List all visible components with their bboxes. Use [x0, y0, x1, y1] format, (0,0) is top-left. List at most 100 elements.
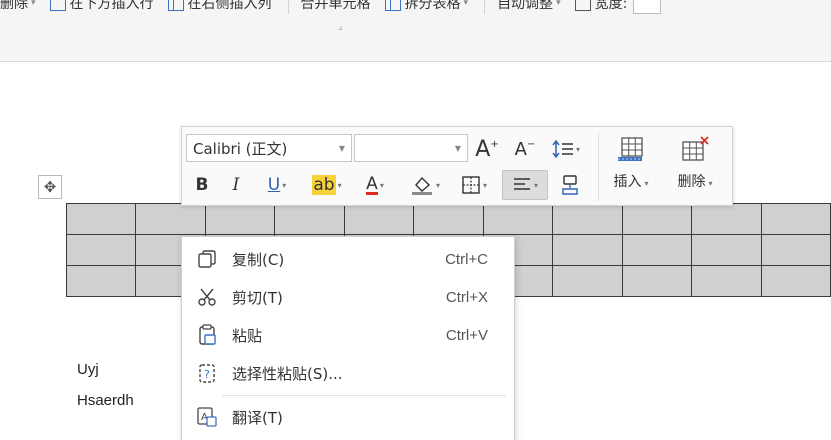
insert-row-below-icon: [49, 0, 66, 11]
chevron-down-icon: ▾: [482, 180, 487, 190]
format-painter-button[interactable]: [556, 172, 584, 198]
table-cell[interactable]: [274, 203, 345, 235]
shrink-font-icon: A: [514, 138, 527, 160]
paste-special-icon: ?: [196, 362, 218, 384]
borders-button[interactable]: ▾: [454, 172, 494, 198]
document-text-line[interactable]: Uyj: [77, 361, 99, 378]
shading-button[interactable]: ▾: [404, 172, 446, 198]
shrink-font-button[interactable]: A −: [512, 136, 538, 162]
insert-row-below-label: 在下方插入行: [69, 0, 154, 12]
align-button[interactable]: ▾: [502, 170, 548, 200]
insert-column-right-icon: [167, 0, 184, 11]
menu-item-shortcut: Ctrl+C: [445, 250, 488, 268]
delete-label: 删除: [0, 0, 28, 12]
format-painter-icon: [562, 175, 578, 195]
width-input[interactable]: [633, 0, 662, 14]
table-cell[interactable]: [691, 265, 762, 297]
table-cell[interactable]: [413, 203, 484, 235]
split-table-icon: [384, 0, 401, 11]
font-size-dropdown[interactable]: ▼: [354, 134, 468, 162]
table-row[interactable]: [65, 203, 831, 235]
menu-item-translate[interactable]: A 翻译(T): [182, 399, 514, 435]
svg-text:?: ?: [204, 368, 210, 381]
floating-mini-toolbar: Calibri (正文) ▼ ▼ A + A − ▾ B I U ▾ ab ▾ A …: [181, 126, 733, 206]
table-cell[interactable]: [135, 203, 206, 235]
underline-button[interactable]: U ▾: [258, 172, 296, 198]
dialog-launcher-icon[interactable]: ⌟: [338, 22, 342, 32]
ribbon-separator: [484, 0, 486, 14]
insert-row-below-button[interactable]: 在下方插入行: [49, 0, 154, 13]
font-color-button[interactable]: A ▾: [356, 172, 394, 198]
context-menu: 复制(C) Ctrl+C 剪切(T) Ctrl+X 粘贴 Ctrl+V ? 选择…: [181, 236, 515, 440]
bold-icon: B: [195, 175, 209, 195]
table-cell[interactable]: [621, 203, 693, 235]
table-cell[interactable]: [482, 203, 554, 235]
chevron-down-icon: ▾: [533, 180, 538, 190]
copy-icon: [196, 248, 218, 270]
chevron-down-icon: ▾: [337, 180, 342, 190]
menu-item-cut[interactable]: 剪切(T) Ctrl+X: [182, 279, 514, 315]
table-cell[interactable]: [760, 234, 831, 266]
document-text-line[interactable]: Hsaerdh: [77, 392, 134, 409]
split-table-label: 拆分表格: [404, 0, 461, 12]
menu-item-label: 剪切(T): [232, 288, 283, 307]
chevron-down-icon: ▾: [282, 180, 287, 190]
menu-item-label: 复制(C): [232, 250, 285, 269]
table-cell[interactable]: [65, 265, 137, 297]
font-name-value: Calibri (正文): [193, 139, 288, 158]
highlight-icon: ab: [312, 175, 336, 195]
table-cell[interactable]: [621, 234, 693, 266]
table-cell[interactable]: [552, 234, 623, 266]
font-name-dropdown[interactable]: Calibri (正文) ▼: [186, 134, 352, 162]
borders-icon: [462, 176, 480, 194]
split-table-button[interactable]: 拆分表格 ▾: [384, 0, 469, 13]
paste-icon: [196, 324, 218, 346]
table-cell[interactable]: [691, 234, 762, 266]
table-cell[interactable]: [552, 203, 623, 235]
menu-item-copy[interactable]: 复制(C) Ctrl+C: [182, 241, 514, 277]
insert-label: 插入: [613, 174, 642, 190]
table-cell[interactable]: [760, 265, 831, 297]
chevron-down-icon: ▼: [454, 144, 461, 153]
insert-table-icon: [618, 137, 643, 161]
chevron-down-icon: ▾: [435, 180, 440, 190]
delete-button[interactable]: 删除 ▾: [666, 131, 724, 203]
grow-font-button[interactable]: A +: [474, 136, 500, 162]
menu-separator: [222, 395, 506, 396]
chevron-down-icon: ▾: [463, 0, 469, 8]
table-cell[interactable]: [65, 234, 137, 266]
insert-button[interactable]: 插入 ▾: [602, 131, 660, 203]
cut-icon: [196, 286, 218, 308]
delete-dropdown[interactable]: 删除 ▾: [0, 0, 36, 13]
menu-item-label: 翻译(T): [232, 408, 283, 427]
table-cell[interactable]: [204, 203, 276, 235]
bold-button[interactable]: B: [190, 172, 214, 198]
highlight-button[interactable]: ab ▾: [306, 172, 348, 198]
chevron-down-icon: ▾: [575, 144, 580, 154]
delete-label-row: 删除 ▾: [677, 174, 713, 190]
align-left-icon: [513, 178, 530, 190]
table-cell[interactable]: [552, 265, 623, 297]
table-cell[interactable]: [760, 203, 831, 235]
table-cell[interactable]: [691, 203, 762, 235]
menu-item-paste-special[interactable]: ? 选择性粘贴(S)...: [182, 355, 514, 391]
merge-cells-button[interactable]: 合并单元格: [301, 0, 371, 13]
line-spacing-button[interactable]: ▾: [546, 136, 586, 162]
merge-cells-label: 合并单元格: [300, 0, 371, 12]
table-cell[interactable]: [65, 203, 137, 235]
ribbon-row: 删除 ▾ 在下方插入行 在右侧插入列 合并单元格 拆分表格 ▾ 自动调整 ▾ 宽…: [0, 0, 675, 15]
menu-item-shortcut: Ctrl+X: [445, 288, 488, 306]
table-move-handle-icon[interactable]: ✥: [38, 175, 62, 199]
table-cell[interactable]: [343, 203, 415, 235]
menu-item-shortcut: Ctrl+V: [445, 326, 488, 344]
menu-item-paste[interactable]: 粘贴 Ctrl+V: [182, 317, 514, 353]
italic-button[interactable]: I: [224, 172, 248, 198]
chevron-down-icon: ▼: [338, 144, 345, 153]
table-cell[interactable]: [621, 265, 693, 297]
chevron-down-icon: ▾: [556, 0, 561, 8]
chevron-down-icon: ▾: [31, 0, 36, 8]
auto-fit-dropdown[interactable]: 自动调整 ▾: [497, 0, 561, 13]
grow-font-icon: A: [475, 136, 491, 162]
underline-icon: U: [267, 175, 281, 195]
insert-column-right-button[interactable]: 在右侧插入列: [167, 0, 272, 13]
